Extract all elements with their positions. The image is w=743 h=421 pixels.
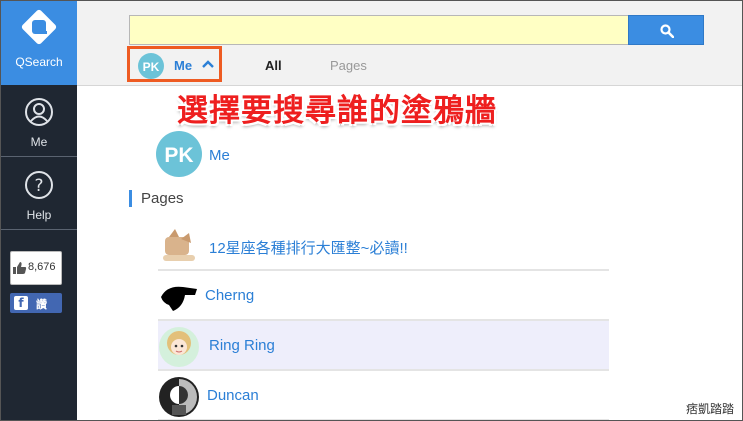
facebook-like-button[interactable]: f 讚 <box>10 293 62 313</box>
list-item[interactable]: Cherng <box>158 271 609 321</box>
me-result-name: Me <box>209 147 230 164</box>
logo-label: QSearch <box>15 55 63 69</box>
thumbs-up-icon <box>13 262 27 274</box>
sidebar-item-label: Help <box>26 208 52 222</box>
qsearch-logo-icon <box>21 9 57 45</box>
svg-text:PK: PK <box>164 144 193 167</box>
me-result[interactable]: PK Me <box>156 131 456 177</box>
avatar: PK <box>156 131 202 177</box>
svg-text:?: ? <box>34 176 43 196</box>
list-item-label: Cherng <box>205 287 255 304</box>
avatar: PK <box>138 53 164 79</box>
facebook-icon: f <box>14 296 28 310</box>
tab-me-label: Me <box>174 58 193 73</box>
list-item-label: Ring Ring <box>209 337 275 354</box>
list-item[interactable]: 12星座各種排行大匯整~必讀!! <box>158 221 609 271</box>
facebook-like-label: 讚 <box>36 299 47 311</box>
list-item[interactable]: Duncan <box>158 371 609 420</box>
svg-text:PK: PK <box>143 60 160 74</box>
header: PK Me All Pages <box>77 1 742 86</box>
user-icon <box>25 98 53 126</box>
watermark: 痞凱踏踏 <box>685 402 734 416</box>
tab-pages[interactable]: Pages <box>330 58 367 73</box>
chevron-up-icon <box>202 60 214 68</box>
help-icon: ? <box>25 171 53 199</box>
sidebar-item-me[interactable]: Me <box>1 85 77 157</box>
sidebar: QSearch Me ? Help 8,676 f 讚 <box>1 1 77 420</box>
tab-me[interactable]: PK Me <box>127 46 222 82</box>
like-count: 8,676 <box>28 261 56 273</box>
tab-all[interactable]: All <box>265 58 282 73</box>
page-thumbnail <box>159 377 199 417</box>
qsearch-logo[interactable]: QSearch <box>1 1 77 85</box>
search-icon <box>660 24 674 38</box>
list-item-label: Duncan <box>207 387 259 404</box>
like-count-box: 8,676 <box>10 251 62 285</box>
page-thumbnail <box>159 327 199 367</box>
list-item[interactable]: Ring Ring <box>158 321 609 371</box>
pages-heading: Pages <box>129 190 184 207</box>
list-item-label: 12星座各種排行大匯整~必讀!! <box>209 240 408 257</box>
pages-list: 12星座各種排行大匯整~必讀!! Cherng Ring Ring Duncan <box>158 221 609 420</box>
search-button[interactable] <box>628 15 704 45</box>
search-input[interactable] <box>129 15 629 45</box>
page-thumbnail <box>163 229 195 261</box>
page-thumbnail <box>161 286 197 311</box>
sidebar-item-help[interactable]: ? Help <box>1 158 77 230</box>
sidebar-item-label: Me <box>30 135 48 149</box>
app-window: QSearch Me ? Help 8,676 f 讚 PK Me All Pa… <box>0 0 743 421</box>
instruction-caption: 選擇要搜尋誰的塗鴉牆 <box>177 93 497 129</box>
